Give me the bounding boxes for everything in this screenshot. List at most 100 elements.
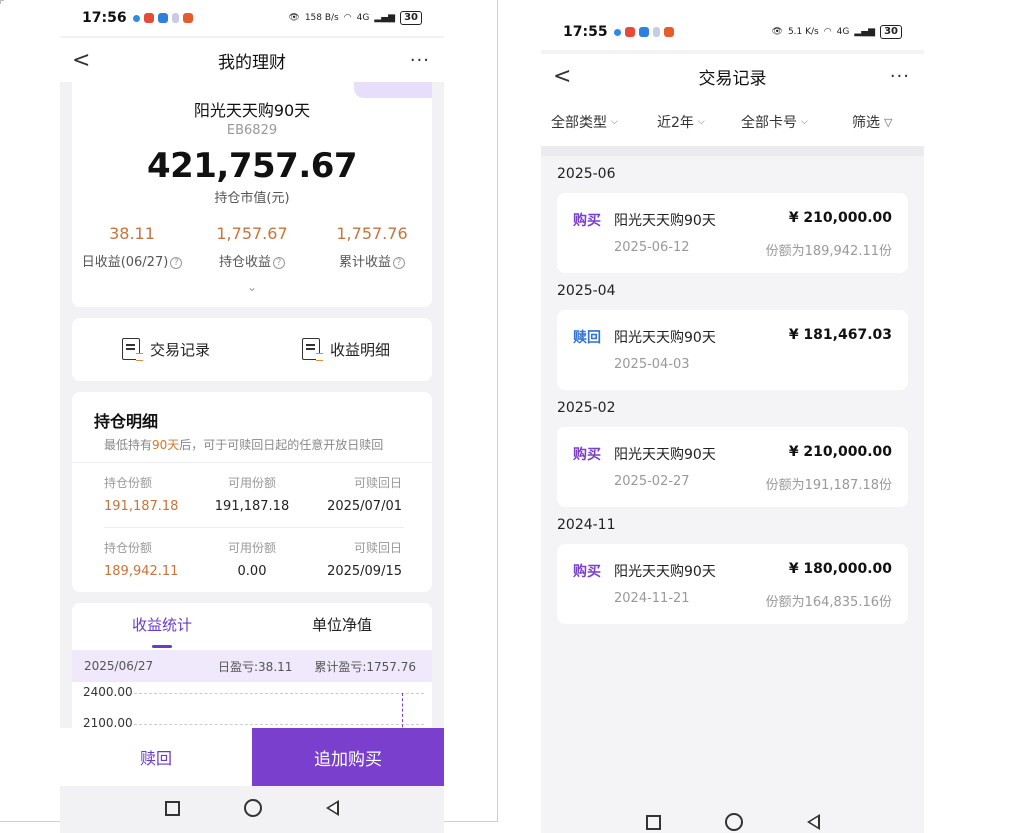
filter-period[interactable]: 近2年 ⌵ bbox=[657, 112, 705, 132]
month-header: 2025-04 bbox=[557, 283, 616, 299]
cumulative-income-stat[interactable]: 1,757.76 累计收益? bbox=[312, 224, 432, 270]
right-screen-transactions: 17:55 👁 5.1 K/s ◠ 4G ▂▄▆ 30 < 交易记录 ··· 全… bbox=[541, 0, 924, 833]
grid-line bbox=[134, 724, 424, 725]
net-speed: 5.1 K/s bbox=[787, 27, 819, 37]
income-doc-icon bbox=[302, 338, 323, 361]
holding-income-stat[interactable]: 1,757.67 持仓收益? bbox=[192, 224, 312, 270]
recent-apps-icon[interactable] bbox=[645, 814, 661, 830]
tx-amount: ¥ 210,000.00 bbox=[788, 444, 892, 460]
chart-cumulative-pnl: 累计盈亏:1757.76 bbox=[314, 659, 416, 674]
help-icon[interactable]: ? bbox=[273, 257, 285, 269]
signal-icon: ▂▄▆ bbox=[374, 13, 396, 23]
tx-shares: 份额为191,187.18份 bbox=[765, 478, 892, 493]
system-nav-bar bbox=[60, 786, 444, 830]
eye-icon: 👁 bbox=[771, 27, 783, 37]
status-bar: 17:55 👁 5.1 K/s ◠ 4G ▂▄▆ 30 bbox=[541, 14, 924, 50]
left-screen-my-wealth: 17:56 👁 158 B/s ◠ 4G ▂▄▆ 30 < 我的理财 ··· 阳… bbox=[60, 0, 444, 833]
status-bar: 17:56 👁 158 B/s ◠ 4G ▂▄▆ 30 bbox=[60, 0, 444, 36]
market-value: 421,757.67 bbox=[146, 146, 358, 186]
chart-daily-pnl: 日盈亏:38.11 bbox=[218, 659, 293, 674]
buy-more-button[interactable]: 追加购买 bbox=[252, 728, 444, 786]
holdings-note: 最低持有90天后，可于可赎回日起的任意开放日赎回 bbox=[104, 438, 384, 452]
chat-app-icon bbox=[132, 14, 140, 22]
notification-icons bbox=[613, 27, 674, 37]
transaction-records-link[interactable]: 交易记录 bbox=[122, 338, 211, 361]
holdings-title: 持仓明细 bbox=[94, 412, 159, 431]
orange-app-icon bbox=[663, 27, 674, 37]
tx-product: 阳光天天购90天 bbox=[614, 330, 716, 346]
filter-shadow bbox=[541, 146, 924, 156]
tx-date: 2025-04-03 bbox=[614, 357, 690, 372]
home-icon[interactable] bbox=[244, 799, 262, 817]
expand-chevron-icon[interactable]: ⌄ bbox=[247, 280, 257, 294]
red-app-icon bbox=[143, 13, 154, 23]
records-doc-icon bbox=[122, 338, 143, 361]
back-chevron-icon[interactable]: < bbox=[72, 48, 90, 73]
tx-product: 阳光天天购90天 bbox=[614, 213, 716, 229]
holding-row-1-redeem-date: 可赎回日 2025/07/01 bbox=[327, 476, 402, 514]
tx-date: 2025-02-27 bbox=[614, 474, 690, 489]
holding-income-label: 持仓收益 bbox=[218, 255, 271, 270]
page-title: 我的理财 bbox=[218, 52, 286, 73]
frame-corner bbox=[0, 0, 4, 4]
chevron-down-icon: ⌵ bbox=[611, 117, 618, 127]
holding-row-1-available: 可用份额 191,187.18 bbox=[214, 476, 290, 514]
blue-app-icon bbox=[157, 13, 168, 23]
daily-income-stat[interactable]: 38.11 日收益(06/27)? bbox=[72, 224, 192, 270]
filter-screen-label: 筛选 bbox=[852, 115, 880, 131]
home-icon[interactable] bbox=[724, 813, 743, 831]
redeem-button[interactable]: 赎回 bbox=[60, 728, 252, 786]
grid-line bbox=[134, 693, 424, 694]
filter-card[interactable]: 全部卡号 ⌵ bbox=[741, 112, 808, 132]
signal-label: 4G bbox=[836, 27, 850, 37]
transaction-item[interactable]: 购买 阳光天天购90天 ¥ 210,000.00 2025-02-27 份额为1… bbox=[557, 427, 908, 507]
recent-apps-icon[interactable] bbox=[165, 800, 180, 816]
filter-card-label: 全部卡号 bbox=[741, 115, 797, 131]
more-menu-icon[interactable]: ··· bbox=[890, 66, 910, 87]
chevron-down-icon: ⌵ bbox=[801, 117, 808, 127]
month-header: 2025-06 bbox=[557, 166, 616, 182]
summary-card: 阳光天天购90天 EB6829 421,757.67 持仓市值(元) 38.11… bbox=[72, 82, 432, 307]
filter-screen[interactable]: 筛选 ▽ bbox=[852, 112, 892, 132]
holding-row-2-available: 可用份额 0.00 bbox=[227, 541, 276, 579]
tab-unit-nav[interactable]: 单位净值 bbox=[252, 614, 432, 635]
filter-bar: 全部类型 ⌵ 近2年 ⌵ 全部卡号 ⌵ 筛选 ▽ bbox=[541, 98, 924, 146]
tx-type: 购买 bbox=[573, 564, 601, 580]
tab-income-stats[interactable]: 收益统计 bbox=[72, 614, 252, 635]
notification-icons bbox=[132, 13, 193, 23]
help-icon[interactable]: ? bbox=[170, 257, 183, 269]
divider bbox=[104, 527, 404, 528]
battery-icon: 30 bbox=[400, 11, 422, 25]
blue-app-icon bbox=[638, 27, 649, 37]
tx-product: 阳光天天购90天 bbox=[614, 564, 716, 580]
transaction-item[interactable]: 购买 阳光天天购90天 ¥ 210,000.00 2025-06-12 份额为1… bbox=[557, 193, 908, 273]
nav-bar: < 我的理财 ··· bbox=[60, 38, 444, 82]
tx-date: 2025-06-12 bbox=[614, 240, 690, 255]
more-menu-icon[interactable]: ··· bbox=[410, 50, 430, 71]
back-triangle-icon[interactable] bbox=[326, 800, 339, 816]
tx-type: 购买 bbox=[573, 213, 601, 229]
tx-amount: ¥ 210,000.00 bbox=[788, 210, 892, 226]
holding-income-value: 1,757.67 bbox=[216, 224, 288, 243]
back-triangle-icon[interactable] bbox=[806, 814, 820, 830]
transaction-records-label: 交易记录 bbox=[150, 340, 211, 359]
tx-amount: ¥ 180,000.00 bbox=[788, 561, 892, 577]
active-tab-indicator bbox=[152, 645, 172, 648]
tx-type: 购买 bbox=[573, 447, 601, 463]
divider bbox=[72, 462, 432, 463]
holdings-card: 持仓明细 最低持有90天后，可于可赎回日起的任意开放日赎回 持仓份额 191,18… bbox=[72, 392, 432, 592]
back-chevron-icon[interactable]: < bbox=[553, 64, 571, 89]
product-name: 阳光天天购90天 bbox=[193, 101, 311, 120]
income-detail-link[interactable]: 收益明细 bbox=[302, 338, 390, 361]
transaction-item[interactable]: 购买 阳光天天购90天 ¥ 180,000.00 2024-11-21 份额为1… bbox=[557, 544, 908, 624]
net-speed: 158 B/s bbox=[304, 13, 339, 23]
battery-icon: 30 bbox=[880, 25, 902, 39]
product-code: EB6829 bbox=[226, 123, 278, 138]
filter-type[interactable]: 全部类型 ⌵ bbox=[551, 112, 618, 132]
filter-type-label: 全部类型 bbox=[551, 115, 607, 131]
chart-header: 2025/06/27 日盈亏:38.11 累计盈亏:1757.76 bbox=[72, 650, 432, 682]
help-icon[interactable]: ? bbox=[393, 257, 405, 269]
chevron-down-icon: ⌵ bbox=[697, 117, 705, 127]
transaction-item[interactable]: 赎回 阳光天天购90天 ¥ 181,467.03 2025-04-03 bbox=[557, 310, 908, 390]
bottom-action-bar: 赎回 追加购买 bbox=[60, 728, 444, 786]
